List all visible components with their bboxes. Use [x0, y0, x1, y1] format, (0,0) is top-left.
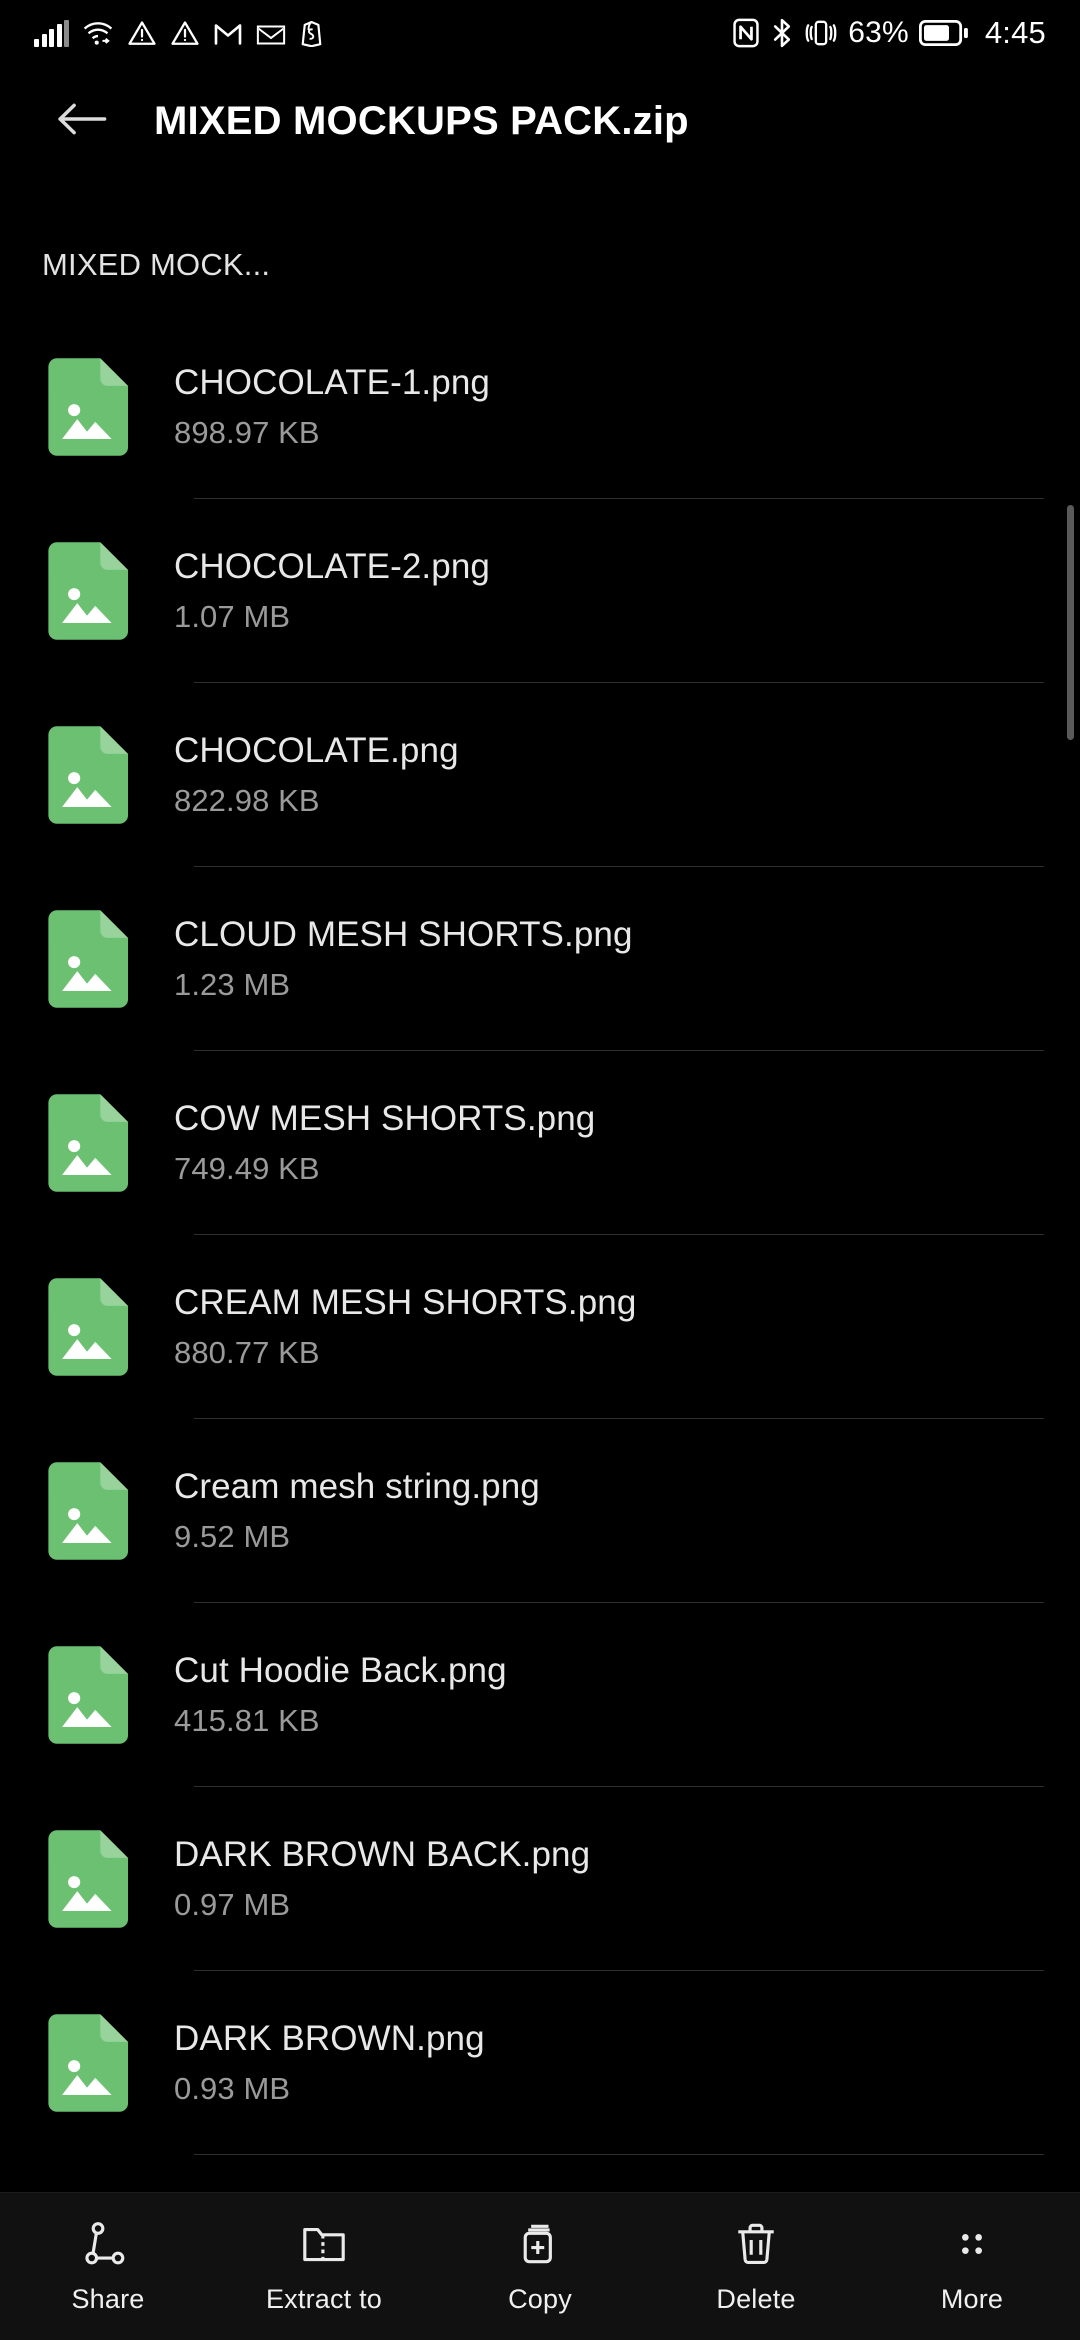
file-row[interactable]: CHOCOLATE-1.png 898.97 KB: [0, 315, 1080, 499]
warning-icon: [127, 19, 157, 47]
delete-label: Delete: [716, 2284, 796, 2314]
image-file-icon: [48, 358, 130, 456]
file-meta: Cut Hoodie Back.png 415.81 KB: [174, 1649, 507, 1741]
vibrate-icon: [804, 18, 838, 48]
file-name: COW MESH SHORTS.png: [174, 1099, 596, 1138]
status-bar-left: [34, 19, 325, 47]
extract-to-button[interactable]: Extract to: [216, 2193, 432, 2340]
battery-percent-label: 63%: [848, 16, 909, 49]
image-file-icon: [48, 1830, 130, 1928]
file-name: DARK BROWN BACK.png: [174, 1835, 591, 1874]
trash-icon: [730, 2218, 782, 2270]
image-file-icon: [48, 726, 130, 824]
file-size: 898.97 KB: [174, 415, 320, 450]
bottom-action-bar: Share Extract to Copy Delete More: [0, 2192, 1080, 2340]
file-meta: Cream mesh string.png 9.52 MB: [174, 1465, 540, 1557]
file-size: 0.97 MB: [174, 1887, 291, 1922]
image-file-icon: [48, 1462, 130, 1560]
more-label: More: [940, 2284, 1004, 2314]
more-dots-icon: [946, 2218, 998, 2270]
nfc-icon: [732, 18, 760, 48]
file-meta: DARK BROWN.png 0.93 MB: [174, 2017, 485, 2109]
wifi-icon: [82, 19, 114, 47]
file-size: 1.07 MB: [174, 599, 291, 634]
file-row[interactable]: DARK BROWN.png 0.93 MB: [0, 1971, 1080, 2155]
page-title: MIXED MOCKUPS PACK.zip: [154, 98, 689, 143]
image-file-icon: [48, 1278, 130, 1376]
file-name: CLOUD MESH SHORTS.png: [174, 915, 633, 954]
image-file-icon: [48, 1646, 130, 1744]
copy-label: Copy: [508, 2284, 572, 2314]
file-meta: CHOCOLATE.png 822.98 KB: [174, 729, 459, 821]
file-row[interactable]: CHOCOLATE.png 822.98 KB: [0, 683, 1080, 867]
app-bar: MIXED MOCKUPS PACK.zip: [0, 66, 1080, 176]
image-file-icon: [48, 2014, 130, 2112]
battery-icon: [918, 19, 969, 47]
image-file-icon: [48, 542, 130, 640]
gmail-icon: [213, 21, 243, 47]
file-name: CHOCOLATE-2.png: [174, 547, 490, 586]
breadcrumb-current-folder: MIXED MOCK...: [42, 247, 271, 282]
status-bar: 63% 4:45: [0, 0, 1080, 66]
file-row[interactable]: COW MESH SHORTS.png 749.49 KB: [0, 1051, 1080, 1235]
status-bar-right: 63% 4:45: [732, 15, 1046, 51]
file-row[interactable]: CREAM MESH SHORTS.png 880.77 KB: [0, 1235, 1080, 1419]
file-size: 9.52 MB: [174, 1519, 291, 1554]
back-arrow-icon: [56, 99, 110, 144]
file-row[interactable]: DARK BROWN BACK.png 0.97 MB: [0, 1787, 1080, 1971]
file-meta: CREAM MESH SHORTS.png 880.77 KB: [174, 1281, 636, 1373]
file-meta: CLOUD MESH SHORTS.png 1.23 MB: [174, 913, 633, 1005]
share-icon: [82, 2218, 134, 2270]
image-file-icon: [48, 1094, 130, 1192]
delete-button[interactable]: Delete: [648, 2193, 864, 2340]
mail-icon: [256, 23, 286, 47]
breadcrumb[interactable]: MIXED MOCK...: [0, 225, 1080, 305]
file-row[interactable]: CHOCOLATE-2.png 1.07 MB: [0, 499, 1080, 683]
share-button[interactable]: Share: [0, 2193, 216, 2340]
image-file-icon: [48, 910, 130, 1008]
copy-icon: [514, 2218, 566, 2270]
file-name: CREAM MESH SHORTS.png: [174, 1283, 637, 1322]
more-button[interactable]: More: [864, 2193, 1080, 2340]
file-size: 822.98 KB: [174, 783, 320, 818]
file-row[interactable]: Cream mesh string.png 9.52 MB: [0, 1419, 1080, 1603]
file-size: 415.81 KB: [174, 1703, 320, 1738]
scrollbar-thumb[interactable]: [1067, 505, 1074, 740]
file-list[interactable]: CHOCOLATE-1.png 898.97 KB CHOCOLATE-2.png 1…: [0, 315, 1080, 2192]
shopify-icon: [299, 19, 325, 47]
extract-to-label: Extract to: [265, 2284, 383, 2314]
back-button[interactable]: [48, 86, 118, 156]
file-size: 880.77 KB: [174, 1335, 320, 1370]
extract-folder-icon: [298, 2218, 350, 2270]
file-meta: DARK BROWN BACK.png 0.97 MB: [174, 1833, 590, 1925]
file-name: Cut Hoodie Back.png: [174, 1651, 507, 1690]
file-name: DARK BROWN.png: [174, 2019, 485, 2058]
file-meta: COW MESH SHORTS.png 749.49 KB: [174, 1097, 595, 1189]
bluetooth-icon: [770, 18, 794, 48]
file-name: CHOCOLATE.png: [174, 731, 459, 770]
file-meta: CHOCOLATE-1.png 898.97 KB: [174, 361, 490, 453]
signal-icon: [34, 20, 69, 47]
file-size: 1.23 MB: [174, 967, 291, 1002]
warning-icon: [170, 19, 200, 47]
file-name: CHOCOLATE-1.png: [174, 363, 490, 402]
file-size: 0.93 MB: [174, 2071, 291, 2106]
file-meta: CHOCOLATE-2.png 1.07 MB: [174, 545, 490, 637]
file-size: 749.49 KB: [174, 1151, 320, 1186]
file-row[interactable]: CLOUD MESH SHORTS.png 1.23 MB: [0, 867, 1080, 1051]
status-bar-clock: 4:45: [984, 15, 1046, 50]
file-row[interactable]: Cut Hoodie Back.png 415.81 KB: [0, 1603, 1080, 1787]
copy-button[interactable]: Copy: [432, 2193, 648, 2340]
file-name: Cream mesh string.png: [174, 1467, 540, 1506]
share-label: Share: [71, 2284, 145, 2314]
